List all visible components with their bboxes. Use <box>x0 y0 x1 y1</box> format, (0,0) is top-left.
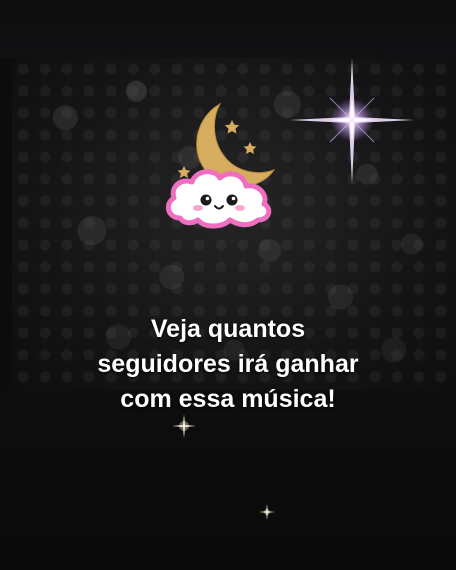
moon-cloud-icon <box>165 102 276 229</box>
video-frame: Veja quantos seguidores irá ganhar com e… <box>0 0 456 570</box>
caption-line-1: Veja quantos <box>150 315 306 343</box>
small-sparkle-icon <box>172 414 196 438</box>
top-dark-band <box>0 0 456 58</box>
caption-text: Veja quantos seguidores irá ganhar com e… <box>28 312 428 417</box>
caption-line-3: com essa música! <box>120 385 336 413</box>
sparkle-icon <box>290 58 414 184</box>
small-sparkle-icon <box>259 504 275 520</box>
caption-line-2: seguidores irá ganhar <box>97 350 359 378</box>
bottom-dark-area <box>0 390 456 570</box>
